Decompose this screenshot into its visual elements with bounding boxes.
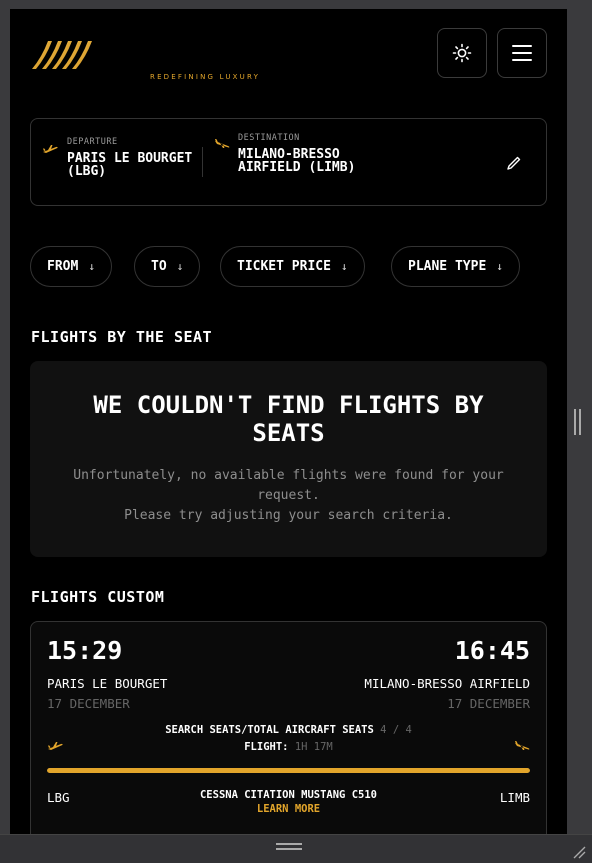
filter-ticket-price-button[interactable]: TICKET PRICE ↓ bbox=[220, 246, 365, 287]
filter-label: PLANE TYPE bbox=[408, 259, 487, 274]
filter-label: FROM bbox=[47, 259, 79, 274]
destination-field[interactable]: DESTINATION MILANO-BRESSO AIRFIELD (LIMB… bbox=[238, 133, 358, 174]
empty-state-card: WE COULDN'T FIND FLIGHTS BY SEATS Unfort… bbox=[30, 361, 547, 557]
filter-label: TO bbox=[151, 259, 167, 274]
app-viewport: REDEFINING LUXURY DEPARTURE PARIS LE BOU… bbox=[10, 9, 567, 834]
corner-resize-icon[interactable] bbox=[572, 845, 586, 859]
seats-info: SEARCH SEATS/TOTAL AIRCRAFT SEATS 4 / 4 bbox=[31, 724, 546, 736]
arrow-down-icon: ↓ bbox=[496, 260, 503, 273]
route-divider bbox=[202, 147, 203, 177]
bottom-resize-bar bbox=[0, 834, 592, 863]
destination-value: MILANO-BRESSO AIRFIELD (LIMB) bbox=[238, 147, 356, 175]
arrival-time: 16:45 bbox=[454, 636, 530, 665]
route-selector[interactable]: DEPARTURE PARIS LE BOURGET (LBG) DESTINA… bbox=[30, 118, 547, 206]
custom-flights-heading: FLIGHTS CUSTOM bbox=[31, 588, 165, 606]
arrival-plane-icon bbox=[215, 139, 230, 148]
seats-label: SEARCH SEATS/TOTAL AIRCRAFT SEATS bbox=[165, 724, 374, 736]
departure-label: DEPARTURE bbox=[67, 137, 118, 147]
empty-state-line-1: Unfortunately, no available flights were… bbox=[73, 468, 504, 503]
learn-more-link[interactable]: LEARN MORE bbox=[31, 803, 546, 815]
arrival-date: 17 DECEMBER bbox=[447, 696, 530, 711]
arrival-city: MILANO-BRESSO AIRFIELD bbox=[364, 676, 530, 691]
empty-state-title: WE COULDN'T FIND FLIGHTS BY SEATS bbox=[93, 391, 484, 447]
arrow-down-icon: ↓ bbox=[176, 260, 184, 273]
learn-more-label[interactable]: LEARN MORE bbox=[257, 803, 320, 815]
arrow-down-icon: ↓ bbox=[340, 260, 348, 273]
aircraft-name: CESSNA CITATION MUSTANG C510 bbox=[199, 789, 377, 801]
flight-duration: FLIGHT: 1H 17M bbox=[31, 741, 546, 753]
departure-date: 17 DECEMBER bbox=[47, 696, 130, 711]
filter-plane-type-button[interactable]: PLANE TYPE ↓ bbox=[391, 246, 520, 287]
resize-handle[interactable] bbox=[276, 843, 302, 850]
filter-to-button[interactable]: TO ↓ bbox=[134, 246, 201, 287]
destination-label: DESTINATION bbox=[238, 133, 300, 143]
seat-flights-heading: FLIGHTS BY THE SEAT bbox=[31, 328, 213, 346]
menu-button[interactable] bbox=[497, 28, 547, 78]
departure-time: 15:29 bbox=[47, 636, 123, 665]
flight-progress-bar bbox=[47, 768, 530, 773]
pencil-icon[interactable] bbox=[506, 155, 522, 171]
landing-plane-icon bbox=[515, 741, 530, 750]
departure-plane-icon bbox=[43, 145, 58, 153]
takeoff-plane-icon bbox=[48, 742, 63, 750]
filter-from-button[interactable]: FROM ↓ bbox=[30, 246, 112, 287]
filter-label: TICKET PRICE bbox=[237, 259, 331, 274]
theme-toggle-button[interactable] bbox=[437, 28, 487, 78]
flight-progress-fill bbox=[47, 768, 530, 773]
brand-tagline: REDEFINING LUXURY bbox=[150, 73, 261, 81]
sun-icon bbox=[452, 43, 472, 63]
departure-value: PARIS LE BOURGET (LBG) bbox=[67, 151, 193, 179]
empty-state-line-2: Please try adjusting your search criteri… bbox=[124, 508, 453, 523]
empty-state-message: Unfortunately, no available flights were… bbox=[30, 466, 547, 526]
flight-duration-value: 1H 17M bbox=[294, 741, 333, 753]
side-resize-handle[interactable] bbox=[574, 409, 581, 435]
hamburger-menu-icon bbox=[512, 45, 532, 61]
seats-value: 4 / 4 bbox=[380, 724, 412, 736]
departure-city: PARIS LE BOURGET bbox=[47, 676, 168, 691]
departure-field[interactable]: DEPARTURE PARIS LE BOURGET (LBG) bbox=[67, 137, 197, 178]
flight-duration-label: FLIGHT: bbox=[244, 741, 289, 753]
arrow-down-icon: ↓ bbox=[88, 260, 95, 273]
brand-logo[interactable] bbox=[32, 39, 94, 71]
flight-card[interactable]: 15:29 16:45 PARIS LE BOURGET MILANO-BRES… bbox=[30, 621, 547, 834]
